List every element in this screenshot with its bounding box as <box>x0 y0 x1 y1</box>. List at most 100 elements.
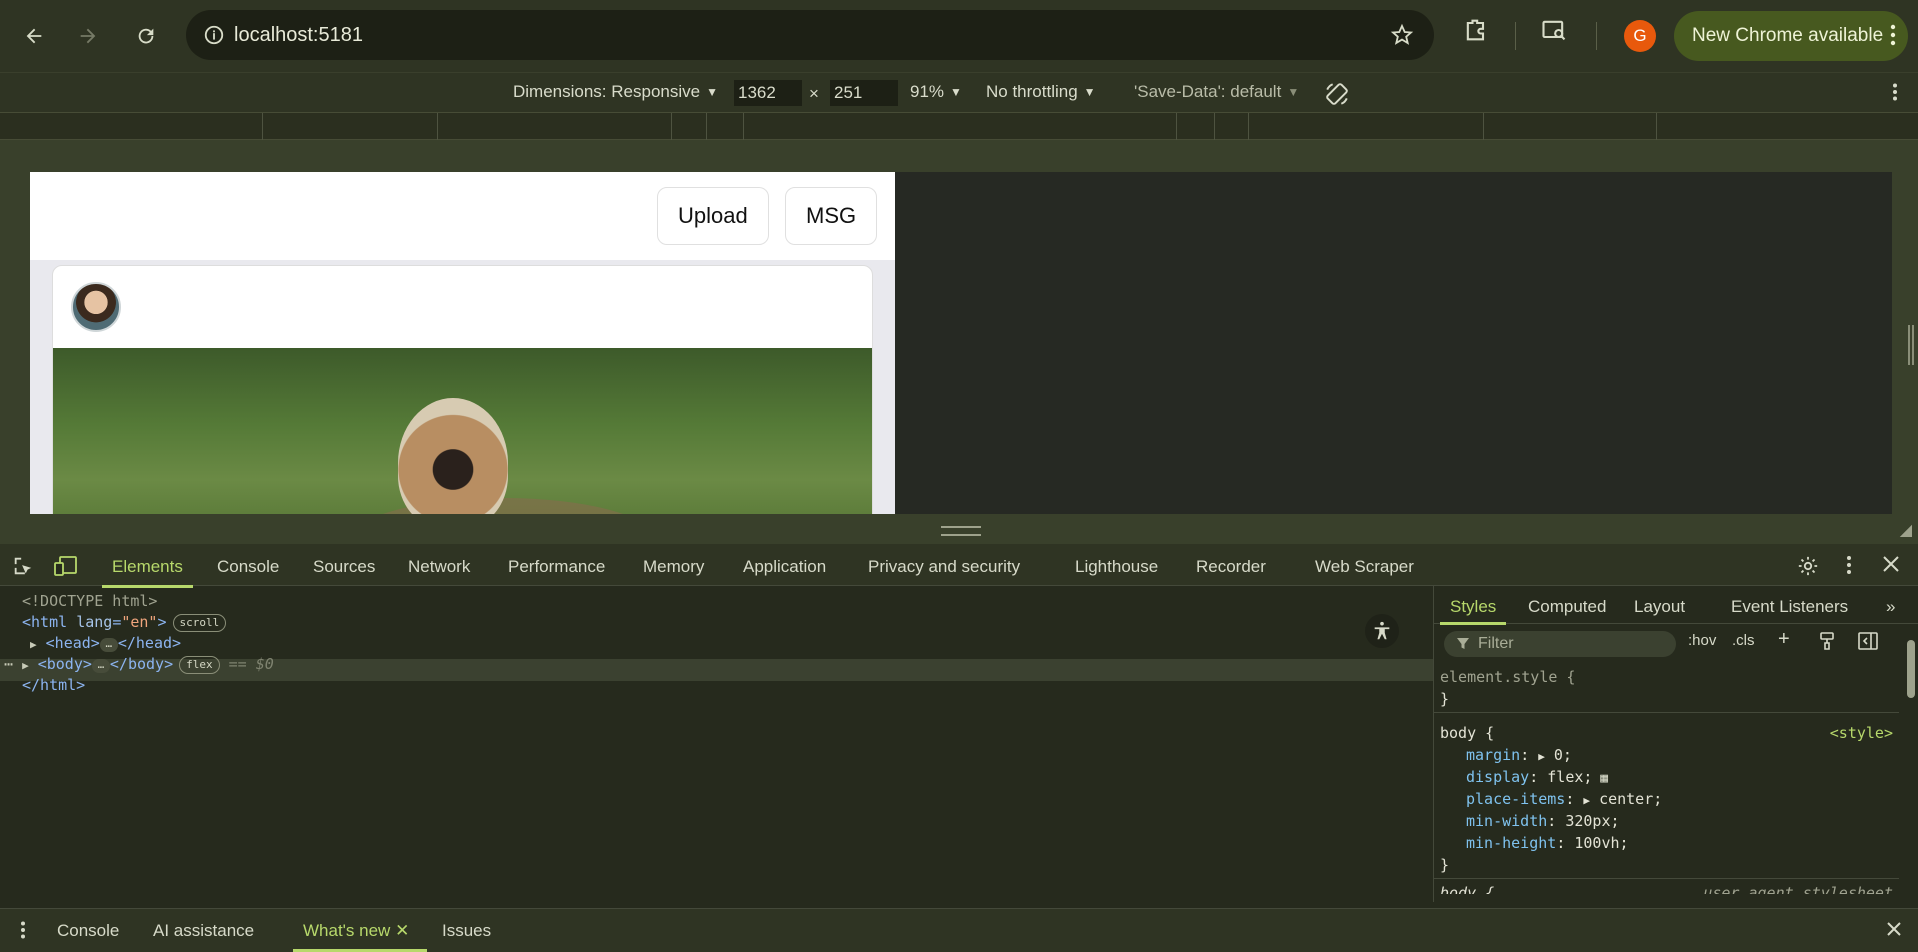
tab-elements[interactable]: Elements <box>102 557 193 588</box>
settings-gear-icon[interactable] <box>1797 555 1819 582</box>
css-prop-row[interactable]: min-height: 100vh; <box>1466 834 1629 852</box>
toolbar-divider <box>1596 22 1597 50</box>
extensions-icon[interactable] <box>1462 16 1490 47</box>
bookmark-star-icon[interactable] <box>1390 23 1414 50</box>
url-text[interactable]: localhost:5181 <box>234 24 363 47</box>
device-viewport-area: Upload MSG ◢ <box>0 140 1918 544</box>
styles-scrollbar[interactable] <box>1904 630 1918 900</box>
tab-application[interactable]: Application <box>743 557 826 577</box>
dom-html-node[interactable]: <html lang="en"> scroll <box>22 613 227 632</box>
tab-styles[interactable]: Styles <box>1439 597 1507 625</box>
cls-toggle[interactable]: .cls <box>1732 632 1755 649</box>
styles-filter-row: Filter :hov .cls + <box>1434 624 1918 662</box>
kebab-menu-icon[interactable] <box>1890 24 1896 52</box>
inspect-element-icon[interactable] <box>12 555 34 582</box>
css-prop-row[interactable]: place-items: ▶ center; <box>1466 790 1662 808</box>
close-drawer-icon[interactable] <box>1886 921 1902 942</box>
post-card <box>52 265 873 514</box>
css-prop-row[interactable]: display: flex; ▦ <box>1466 768 1608 786</box>
media-query-ruler[interactable] <box>0 112 1918 141</box>
devtools-drawer: Console AI assistance What's new ✕ Issue… <box>0 908 1918 952</box>
address-bar[interactable]: localhost:5181 <box>186 10 1434 60</box>
height-input[interactable]: 251 <box>830 80 898 106</box>
row-actions-icon: ⋯ <box>4 655 14 673</box>
tab-web-scraper[interactable]: Web Scraper <box>1315 557 1414 577</box>
profile-avatar[interactable]: G <box>1624 20 1656 52</box>
hov-toggle[interactable]: :hov <box>1688 632 1716 649</box>
tab-layout[interactable]: Layout <box>1634 597 1685 617</box>
tab-network[interactable]: Network <box>408 557 470 577</box>
dimensions-label: Dimensions: Responsive <box>513 82 701 101</box>
reload-icon <box>138 28 154 44</box>
drawer-tab-whats-new[interactable]: What's new ✕ <box>292 921 428 952</box>
corner-resize-icon[interactable]: ◢ <box>1900 520 1912 540</box>
accessibility-tree-button[interactable] <box>1365 614 1399 648</box>
rule-source-link[interactable]: <style> <box>1830 724 1893 742</box>
devtools-kebab-icon[interactable] <box>1846 555 1852 580</box>
width-input[interactable]: 1362 <box>734 80 802 106</box>
post-photo <box>53 348 872 514</box>
flex-badge[interactable]: flex <box>179 656 220 674</box>
dom-body-node[interactable]: ⋯ ▶ <body>… </body> flex == $0 <box>4 655 274 674</box>
filter-placeholder: Filter <box>1478 635 1514 652</box>
rotate-icon[interactable] <box>1324 81 1350 112</box>
devtools-panel: Elements Console Sources Network Perform… <box>0 544 1918 952</box>
reload-button[interactable] <box>124 14 168 58</box>
toggle-sidebar-icon[interactable] <box>1858 632 1878 654</box>
close-tab-icon[interactable]: ✕ <box>395 921 409 940</box>
ua-rule-selector[interactable]: body { <box>1440 884 1494 894</box>
tab-memory[interactable]: Memory <box>643 557 704 577</box>
more-tabs-chevron-icon[interactable]: » <box>1886 597 1895 617</box>
avatar[interactable] <box>71 282 121 332</box>
device-toggle-icon[interactable] <box>54 555 78 582</box>
drawer-tab-console[interactable]: Console <box>57 921 119 941</box>
new-rule-plus-icon[interactable]: + <box>1778 628 1790 651</box>
dom-html-close[interactable]: </html> <box>22 676 85 694</box>
paint-brush-icon[interactable] <box>1818 632 1836 654</box>
zoom-dropdown[interactable]: 91% ▼ <box>910 82 962 102</box>
arrow-right-icon <box>80 28 96 44</box>
flex-editor-icon: ▦ <box>1592 771 1609 786</box>
scrollbar-thumb[interactable] <box>1907 640 1915 698</box>
caret-down-icon: ▼ <box>706 85 718 99</box>
css-prop-row[interactable]: margin: ▶ 0; <box>1466 746 1572 764</box>
height-resize-handle[interactable] <box>941 526 981 536</box>
tab-lighthouse[interactable]: Lighthouse <box>1075 557 1158 577</box>
tab-event-listeners[interactable]: Event Listeners <box>1731 597 1848 617</box>
tab-computed[interactable]: Computed <box>1528 597 1606 617</box>
tab-privacy-security[interactable]: Privacy and security <box>868 557 1020 577</box>
site-info-icon[interactable] <box>194 24 234 46</box>
forward-button[interactable] <box>66 14 110 58</box>
styles-filter-input[interactable]: Filter <box>1444 631 1676 657</box>
scroll-badge[interactable]: scroll <box>172 614 227 632</box>
new-chrome-button[interactable]: New Chrome available <box>1674 11 1908 61</box>
rule-close-brace: } <box>1440 856 1450 874</box>
toolbar-divider <box>1515 22 1516 50</box>
dom-doctype[interactable]: <!DOCTYPE html> <box>22 592 157 610</box>
element-style-selector[interactable]: element.style { <box>1440 668 1575 686</box>
more-options-icon[interactable] <box>1892 83 1898 106</box>
browser-toolbar: localhost:5181 G New Chrome available <box>0 0 1918 72</box>
search-tabs-icon[interactable] <box>1540 16 1568 47</box>
dimensions-dropdown[interactable]: Dimensions: Responsive ▼ <box>513 82 718 102</box>
tab-performance[interactable]: Performance <box>508 557 605 577</box>
tab-console[interactable]: Console <box>217 557 279 577</box>
body-rule-selector[interactable]: body { <box>1440 724 1494 742</box>
tab-sources[interactable]: Sources <box>313 557 375 577</box>
back-button[interactable] <box>12 14 56 58</box>
dom-head-node[interactable]: ▶ <head>… </head> <box>30 634 181 652</box>
tab-recorder[interactable]: Recorder <box>1196 557 1266 577</box>
device-toolbar: Dimensions: Responsive ▼ 1362 × 251 91% … <box>0 72 1918 112</box>
css-prop-row[interactable]: min-width: 320px; <box>1466 812 1620 830</box>
throttling-dropdown[interactable]: No throttling ▼ <box>986 82 1096 102</box>
upload-button[interactable]: Upload <box>657 187 769 245</box>
drawer-tab-issues[interactable]: Issues <box>442 921 491 941</box>
msg-button[interactable]: MSG <box>785 187 878 245</box>
save-data-dropdown[interactable]: 'Save-Data': default ▼ <box>1134 82 1299 102</box>
drawer-tab-ai-assistance[interactable]: AI assistance <box>153 921 254 941</box>
close-devtools-icon[interactable] <box>1882 555 1900 578</box>
viewport-resize-handle[interactable] <box>1908 325 1914 365</box>
drawer-menu-kebab-icon[interactable] <box>20 921 26 944</box>
caret-down-icon: ▼ <box>950 85 962 99</box>
caret-down-icon: ▼ <box>1083 85 1096 99</box>
